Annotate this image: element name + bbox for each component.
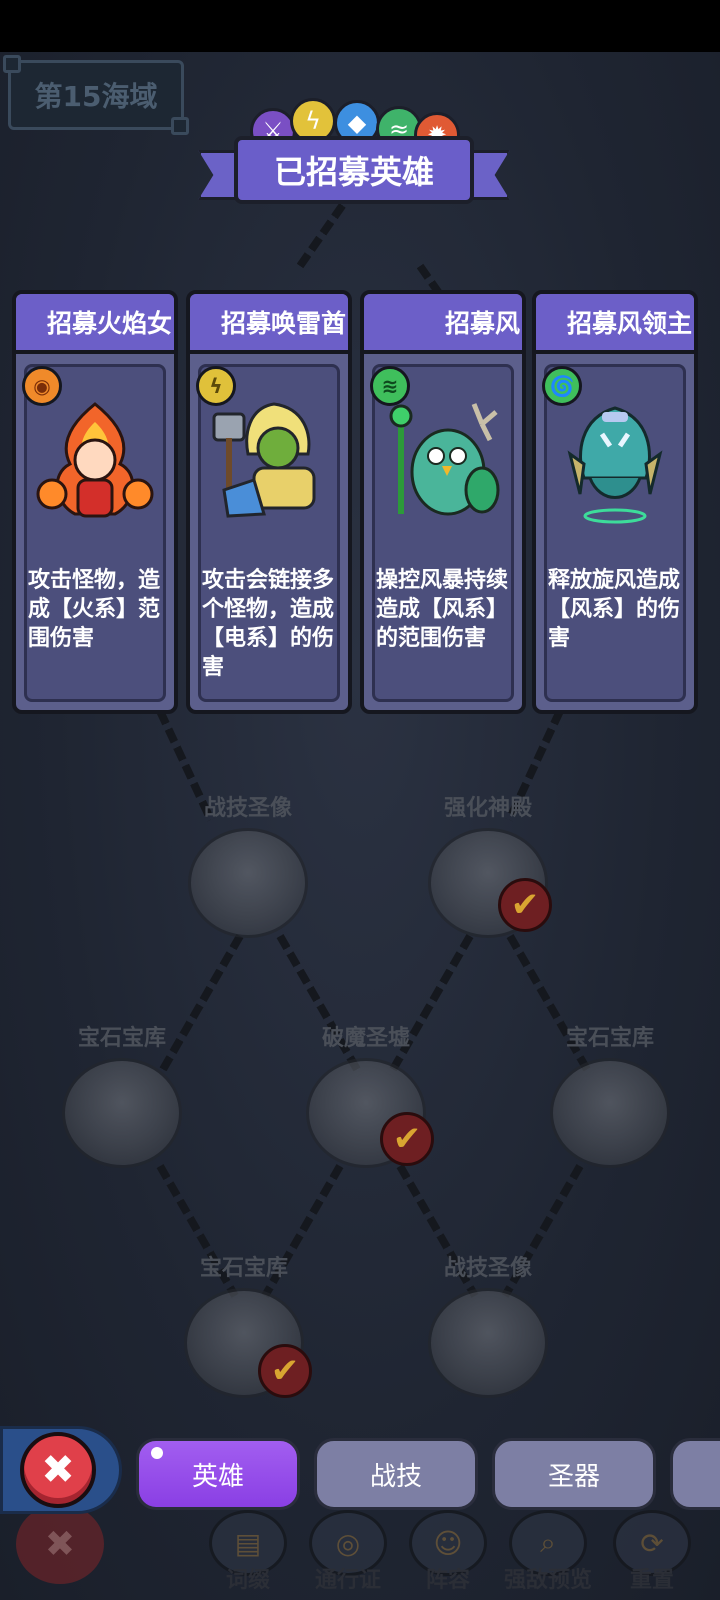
map-node-gem-vault[interactable]: 宝石宝库 — [540, 1020, 680, 1168]
tab-label: 英雄 — [191, 1461, 244, 1492]
sea-region-text: 第15海域 — [34, 80, 158, 113]
tab-label: 战技 — [369, 1461, 422, 1492]
recruited-heroes-banner: 已招募英雄 — [198, 136, 510, 216]
nav-pass[interactable]: ◎ 通行证 — [300, 1510, 396, 1594]
tab-more[interactable] — [670, 1438, 720, 1510]
hero-card-header: 招募火焰女 — [16, 294, 174, 354]
status-bar — [0, 0, 720, 52]
hero-card-wind-lord[interactable]: 招募风领主 🌀 释放旋风造成【风系】的伤害 — [532, 290, 698, 714]
hero-card-header: 招募唤雷酋 — [190, 294, 348, 354]
hero-card-description: 操控风暴持续造成【风系】的范围伤害 — [376, 568, 509, 651]
map-node-label: 宝石宝库 — [199, 1256, 288, 1281]
map-node-label: 破魔圣墟 — [321, 1026, 410, 1051]
checkmark-icon: ✔ — [498, 878, 552, 932]
nav-label: 词缀 — [225, 1568, 270, 1593]
nav-label: 阵容 — [425, 1568, 470, 1593]
close-icon-shadow: ✖ — [16, 1504, 104, 1584]
tab-artifacts[interactable]: 圣器 — [492, 1438, 656, 1510]
hero-card-fire[interactable]: 招募火焰女 ◉ 攻击怪物，造成【火系】范围伤害 — [12, 290, 178, 714]
map-node-label: 战技圣像 — [203, 796, 292, 821]
treasure-icon — [62, 1058, 182, 1168]
fire-maiden-portrait — [36, 402, 154, 518]
hero-card-description: 攻击怪物，造成【火系】范围伤害 — [28, 568, 161, 651]
map-scene — [0, 52, 720, 1600]
hero-card-thunder[interactable]: 招募唤雷酋 ϟ 攻击会链接多个怪物，造成【电系】的伤害 — [186, 290, 352, 714]
map-node-label: 战技圣像 — [443, 1256, 532, 1281]
close-button[interactable]: ✖ — [20, 1432, 96, 1508]
map-node-battle-statue[interactable]: 战技圣像 — [178, 790, 318, 938]
hero-card-title: 招募风 — [444, 309, 520, 338]
wind-lord-portrait — [567, 406, 663, 524]
hero-card-title: 招募火焰女 — [46, 309, 172, 338]
tab-heroes[interactable]: 英雄 — [136, 1438, 300, 1510]
nav-label: 通行证 — [314, 1568, 381, 1593]
sea-region-label: 第15海域 — [3, 55, 189, 135]
map-node-battle-statue[interactable]: 战技圣像 — [418, 1250, 558, 1398]
thunder-chief-portrait — [212, 402, 316, 518]
hero-card-description: 攻击会链接多个怪物，造成【电系】的伤害 — [202, 568, 335, 680]
statue-icon — [188, 828, 308, 938]
hero-card-title: 招募风领主 — [566, 309, 692, 338]
close-icon: ✖ — [41, 1447, 75, 1493]
map-node-gem-vault[interactable]: 宝石宝库 — [52, 1020, 192, 1168]
nav-label: 强敌预览 — [503, 1568, 592, 1593]
tab-label: 圣器 — [547, 1461, 600, 1492]
bottom-nav: ▤ 词缀 ◎ 通行证 ☺ 阵容 ⌕ 强敌预览 ⟳ 重置 — [200, 1510, 720, 1600]
treasure-icon — [550, 1058, 670, 1168]
nav-affix[interactable]: ▤ 词缀 — [200, 1510, 296, 1594]
hero-card-wind[interactable]: 招募风 ≋ 操控风暴持续造成【风系】的范围伤害 — [360, 290, 526, 714]
hero-card-title: 招募唤雷酋 — [220, 309, 346, 338]
map-node-label: 宝石宝库 — [565, 1026, 654, 1051]
banner-title: 已招募英雄 — [273, 153, 434, 191]
hero-card-header: 招募风领主 — [536, 294, 694, 354]
hero-cards: 招募火焰女 ◉ 攻击怪物，造成【火系】范围伤害 招募唤雷酋 ϟ 攻击会链接多个怪… — [12, 290, 708, 714]
checkmark-icon: ✔ — [380, 1112, 434, 1166]
hero-card-description: 释放旋风造成【风系】的伤害 — [548, 568, 681, 651]
checkmark-icon: ✔ — [258, 1344, 312, 1398]
hero-card-header: 招募风 — [364, 294, 522, 354]
tab-indicator-dot — [151, 1447, 163, 1459]
banner-title-box: 已招募英雄 — [234, 136, 474, 204]
statue-icon — [428, 1288, 548, 1398]
nav-enemy-preview[interactable]: ⌕ 强敌预览 — [500, 1510, 596, 1594]
nav-label: 重置 — [629, 1568, 674, 1593]
map-node-label: 宝石宝库 — [77, 1026, 166, 1051]
map-node-label: 强化神殿 — [443, 796, 532, 821]
nav-lineup[interactable]: ☺ 阵容 — [400, 1510, 496, 1594]
nav-reset[interactable]: ⟳ 重置 — [604, 1510, 700, 1594]
tab-skills[interactable]: 战技 — [314, 1438, 478, 1510]
wind-owl-portrait — [389, 403, 500, 516]
